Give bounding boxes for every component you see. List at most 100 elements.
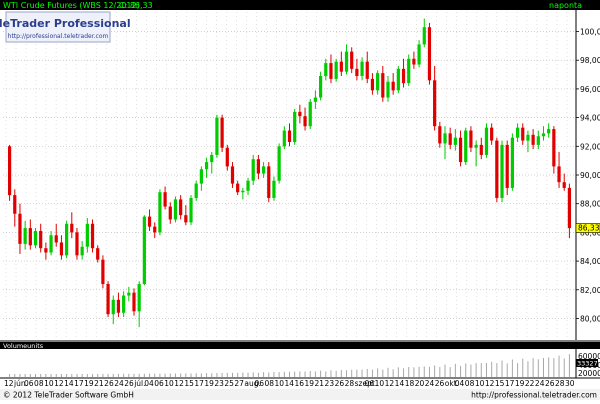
volume-bar: [92, 373, 94, 377]
candle-body: [562, 182, 566, 188]
date-tick-label: 27: [234, 379, 244, 388]
period-label: naponta: [549, 1, 582, 10]
volume-bar: [460, 365, 462, 377]
volume-bar: [491, 361, 493, 377]
candle-body: [396, 68, 400, 91]
volume-bar: [45, 373, 47, 377]
volume-bar: [506, 363, 508, 377]
volume-bar: [55, 373, 57, 377]
candle-body: [381, 73, 385, 98]
date-tick-label: 22: [525, 379, 535, 388]
candle-body: [246, 180, 250, 191]
candle-body: [464, 130, 468, 163]
date-tick-label: 19: [204, 379, 214, 388]
date-tick-label: 14: [395, 379, 405, 388]
date-tick-label: 25: [224, 379, 234, 388]
volume-bar: [174, 373, 176, 377]
candle-body: [458, 137, 463, 163]
volume-bar: [226, 372, 228, 377]
volume-bar: [60, 373, 62, 377]
volume-bar: [475, 363, 477, 377]
candle-body: [479, 144, 483, 155]
date-tick-label: 12: [54, 379, 64, 388]
candle-body: [490, 127, 494, 141]
date-tick-label: 12: [485, 379, 495, 388]
volume-bar: [428, 366, 430, 377]
candle-body: [158, 192, 162, 233]
date-tick-label: 26: [435, 379, 445, 388]
volume-bar: [200, 373, 202, 377]
candle-body: [33, 230, 38, 246]
volume-bar: [50, 373, 52, 377]
price-tick-label: 98,00: [580, 56, 600, 65]
date-tick-label: 20: [415, 379, 425, 388]
volume-bar: [485, 363, 487, 377]
date-tick-label: 06: [154, 379, 164, 388]
candle-body: [18, 213, 22, 244]
candle-body: [39, 230, 43, 249]
volume-bar: [371, 369, 373, 377]
volume-bar: [143, 373, 145, 377]
candle-body: [65, 223, 69, 256]
candle-body: [552, 129, 556, 167]
candle-body: [179, 199, 183, 216]
date-tick-label: 26: [335, 379, 345, 388]
volume-bar: [159, 373, 161, 377]
candle-body: [127, 292, 131, 296]
volume-bar: [221, 373, 223, 377]
date-tick-label: 08: [34, 379, 44, 388]
volume-bar: [71, 373, 73, 377]
candle-body: [536, 136, 540, 145]
date-tick-label: 08: [465, 379, 475, 388]
candle-body: [236, 183, 240, 193]
chart-window: WTI Crude Futures (WBS 12/2012) C: 86,33…: [0, 0, 600, 400]
date-tick-label: 24: [425, 379, 435, 388]
price-tick-label: 96,00: [580, 85, 600, 94]
volume-bar: [449, 367, 451, 377]
candle-body: [85, 223, 89, 247]
volume-bar: [180, 373, 182, 377]
date-tick-label: 28: [345, 379, 355, 388]
price-tick-label: 84,00: [580, 257, 600, 266]
candle-body: [147, 216, 152, 227]
volume-bar: [268, 372, 270, 377]
candle-body: [422, 27, 426, 45]
volume-bar: [346, 370, 348, 377]
volume-bar: [522, 358, 524, 377]
date-tick-label: 14: [64, 379, 74, 388]
candle-body: [287, 130, 292, 142]
candle-body: [204, 162, 209, 170]
candle-body: [256, 159, 261, 174]
volume-bar: [537, 359, 539, 377]
date-tick-label: 17: [505, 379, 515, 388]
volume-bar: [190, 373, 192, 377]
volume-bar: [480, 363, 482, 377]
volume-bar: [252, 372, 254, 377]
candle-body: [547, 129, 551, 134]
watermark-brand: TeleTrader Professional: [0, 17, 131, 30]
candle-body: [293, 111, 297, 142]
volume-bar: [81, 373, 83, 377]
candle-body: [365, 61, 369, 79]
candle-body: [360, 61, 364, 76]
date-tick-label: 06: [24, 379, 34, 388]
candle-body: [7, 146, 12, 196]
volume-bar: [532, 358, 534, 377]
date-tick-label: 14: [284, 379, 294, 388]
volume-bar: [76, 373, 78, 377]
volume-bar: [392, 369, 394, 377]
candle-body: [386, 81, 390, 98]
date-tick-label: 23: [325, 379, 335, 388]
volume-bar: [496, 363, 498, 377]
candle-body: [318, 76, 323, 98]
volume-bar: [123, 373, 125, 377]
volume-bar: [314, 371, 316, 377]
volume-bar: [149, 373, 151, 377]
date-tick-label: 17: [194, 379, 204, 388]
candle-body: [96, 248, 100, 260]
candle-body: [49, 235, 53, 253]
candle-body: [417, 44, 421, 65]
candle-body: [90, 223, 95, 249]
candle-body: [173, 199, 178, 220]
volume-bar: [216, 373, 218, 377]
